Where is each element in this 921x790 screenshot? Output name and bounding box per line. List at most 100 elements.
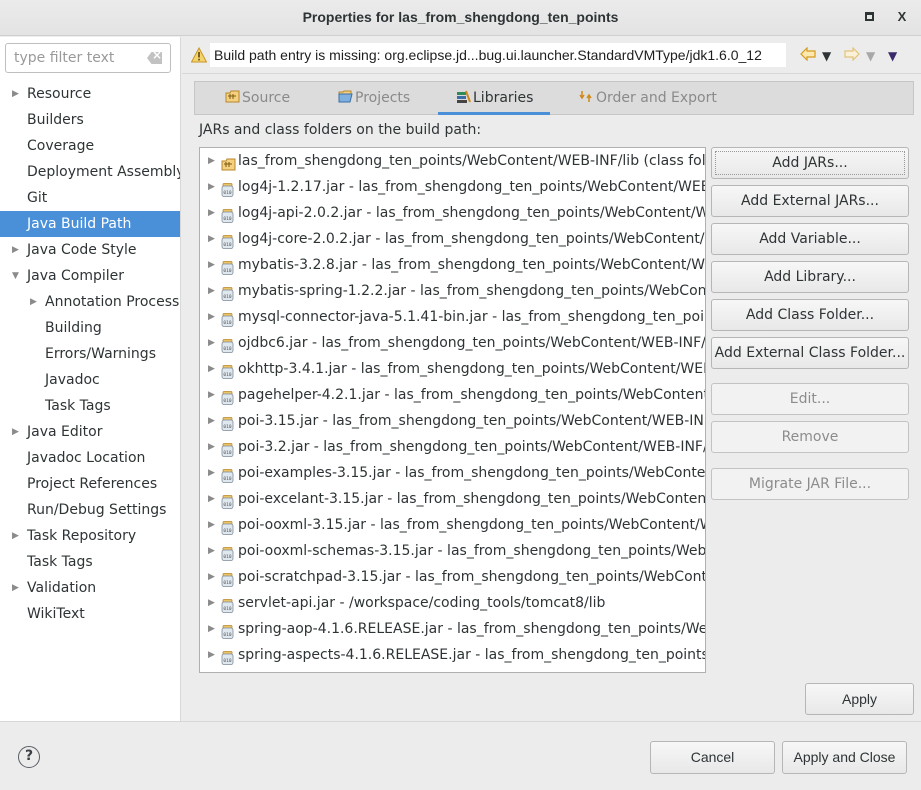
clear-filter-icon[interactable] xyxy=(147,52,162,64)
build-path-list[interactable]: ▶ las_from_shengdong_ten_points/WebConten… xyxy=(199,147,706,673)
library-entry[interactable]: ▶ 010 poi-3.15.jar - las_from_shengdong_te… xyxy=(200,408,705,434)
expand-arrow-icon[interactable]: ▶ xyxy=(208,590,215,616)
library-entry[interactable]: ▶ 010 poi-examples-3.15.jar - las_from_she… xyxy=(200,460,705,486)
library-entry[interactable]: ▶ 010 pagehelper-4.2.1.jar - las_from_shen… xyxy=(200,382,705,408)
expanded-arrow-icon[interactable]: ▼ xyxy=(12,263,22,289)
sidebar-item-java-editor[interactable]: ▶ Java Editor xyxy=(0,419,180,445)
expand-arrow-icon[interactable]: ▶ xyxy=(208,642,215,668)
cancel-button[interactable]: Cancel xyxy=(650,741,775,774)
sidebar-item-task-repository[interactable]: ▶ Task Repository xyxy=(0,523,180,549)
expand-arrow-icon[interactable]: ▶ xyxy=(208,356,215,382)
close-button[interactable]: X xyxy=(893,8,911,26)
collapsed-arrow-icon[interactable]: ▶ xyxy=(12,575,22,601)
expand-arrow-icon[interactable]: ▶ xyxy=(208,330,215,356)
back-arrow-icon[interactable] xyxy=(800,46,816,66)
sidebar-item-resource[interactable]: ▶ Resource xyxy=(0,81,180,107)
library-entry[interactable]: ▶ 010 poi-3.2.jar - las_from_shengdong_ten… xyxy=(200,434,705,460)
library-entry[interactable]: ▶ 010 ojdbc6.jar - las_from_shengdong_ten_… xyxy=(200,330,705,356)
collapsed-arrow-icon[interactable]: ▶ xyxy=(12,81,22,107)
library-entry[interactable]: ▶ 010 poi-scratchpad-3.15.jar - las_from_s… xyxy=(200,564,705,590)
sidebar-item-builders[interactable]: Builders xyxy=(0,107,180,133)
sidebar-item-javadoc-location[interactable]: Javadoc Location xyxy=(0,445,180,471)
expand-arrow-icon[interactable]: ▶ xyxy=(208,616,215,642)
library-entry[interactable]: ▶ 010 mybatis-3.2.8.jar - las_from_shengdo… xyxy=(200,252,705,278)
collapsed-arrow-icon[interactable]: ▶ xyxy=(12,237,22,263)
add-external-jars-button[interactable]: Add External JARs... xyxy=(711,185,909,217)
help-icon[interactable]: ? xyxy=(18,746,40,768)
filter-field[interactable] xyxy=(5,43,171,73)
sidebar-item-java-compiler[interactable]: ▼ Java Compiler xyxy=(0,263,180,289)
library-entry[interactable]: ▶ 010 mysql-connector-java-5.1.41-bin.jar … xyxy=(200,304,705,330)
sidebar-item-validation[interactable]: ▶ Validation xyxy=(0,575,180,601)
sidebar-item-coverage[interactable]: Coverage xyxy=(0,133,180,159)
tab-source[interactable]: Source xyxy=(225,82,290,115)
expand-arrow-icon[interactable]: ▶ xyxy=(208,304,215,330)
expand-arrow-icon[interactable]: ▶ xyxy=(208,408,215,434)
sidebar-item-deployment-assembly[interactable]: Deployment Assembly xyxy=(0,159,180,185)
tab-libraries[interactable]: Libraries xyxy=(438,82,550,115)
expand-arrow-icon[interactable]: ▶ xyxy=(208,434,215,460)
sidebar-item-task-tags[interactable]: Task Tags xyxy=(0,393,180,419)
sidebar-item-building[interactable]: Building xyxy=(0,315,180,341)
sidebar-item-java-build-path[interactable]: Java Build Path xyxy=(0,211,180,237)
maximize-button[interactable] xyxy=(860,8,878,26)
library-entry[interactable]: ▶ 010 poi-ooxml-3.15.jar - las_from_shengd… xyxy=(200,512,705,538)
collapsed-arrow-icon[interactable]: ▶ xyxy=(30,289,40,315)
library-entry[interactable]: ▶ 010 okhttp-3.4.1.jar - las_from_shengdon… xyxy=(200,356,705,382)
expand-arrow-icon[interactable]: ▶ xyxy=(208,486,215,512)
remove-button[interactable]: Remove xyxy=(711,421,909,453)
library-entry[interactable]: ▶ 010 log4j-core-2.0.2.jar - las_from_shen… xyxy=(200,226,705,252)
library-entry[interactable]: ▶ 010 log4j-1.2.17.jar - las_from_shengdon… xyxy=(200,174,705,200)
library-entry[interactable]: ▶ 010 log4j-api-2.0.2.jar - las_from_sheng… xyxy=(200,200,705,226)
expand-arrow-icon[interactable]: ▶ xyxy=(208,226,215,252)
expand-arrow-icon[interactable]: ▶ xyxy=(208,460,215,486)
sidebar-item-run-debug-settings[interactable]: Run/Debug Settings xyxy=(0,497,180,523)
add-class-folder-button[interactable]: Add Class Folder... xyxy=(711,299,909,331)
tab-order-and-export[interactable]: Order and Export xyxy=(579,82,717,115)
add-library-button[interactable]: Add Library... xyxy=(711,261,909,293)
jar-icon: 010 xyxy=(221,336,234,353)
migrate-jar-file-button[interactable]: Migrate JAR File... xyxy=(711,468,909,500)
back-dropdown-icon[interactable]: ▼ xyxy=(822,47,831,65)
collapsed-arrow-icon[interactable]: ▶ xyxy=(12,419,22,445)
sidebar-item-annotation-processing[interactable]: ▶ Annotation Processing xyxy=(0,289,180,315)
add-jars-button[interactable]: Add JARs... xyxy=(711,147,909,179)
add-variable-button[interactable]: Add Variable... xyxy=(711,223,909,255)
view-menu-icon[interactable]: ▼ xyxy=(888,47,897,65)
sidebar-item-java-code-style[interactable]: ▶ Java Code Style xyxy=(0,237,180,263)
library-entry[interactable]: ▶ 010 servlet-api.jar - /workspace/coding_… xyxy=(200,590,705,616)
expand-arrow-icon[interactable]: ▶ xyxy=(208,278,215,304)
apply-button[interactable]: Apply xyxy=(805,683,914,715)
expand-arrow-icon[interactable]: ▶ xyxy=(208,200,215,226)
library-entry[interactable]: ▶ 010 poi-ooxml-schemas-3.15.jar - las_fro… xyxy=(200,538,705,564)
sidebar-item-label: Javadoc Location xyxy=(27,450,146,466)
tab-projects[interactable]: Projects xyxy=(338,82,410,115)
library-entry[interactable]: ▶ 010 spring-aop-4.1.6.RELEASE.jar - las_f… xyxy=(200,616,705,642)
sidebar-item-project-references[interactable]: Project References xyxy=(0,471,180,497)
sidebar-item-wikitext[interactable]: WikiText xyxy=(0,601,180,627)
expand-arrow-icon[interactable]: ▶ xyxy=(208,512,215,538)
jar-icon: 010 xyxy=(221,232,234,249)
expand-arrow-icon[interactable]: ▶ xyxy=(208,382,215,408)
library-entry[interactable]: ▶ 010 poi-excelant-3.15.jar - las_from_she… xyxy=(200,486,705,512)
expand-arrow-icon[interactable]: ▶ xyxy=(208,538,215,564)
library-entry[interactable]: ▶ las_from_shengdong_ten_points/WebConten… xyxy=(200,148,705,174)
edit-button[interactable]: Edit... xyxy=(711,383,909,415)
sidebar-item-javadoc[interactable]: Javadoc xyxy=(0,367,180,393)
svg-text:010: 010 xyxy=(223,190,231,196)
apply-and-close-button[interactable]: Apply and Close xyxy=(782,741,907,774)
sidebar-item-task-tags[interactable]: Task Tags xyxy=(0,549,180,575)
expand-arrow-icon[interactable]: ▶ xyxy=(208,148,215,174)
filter-input[interactable] xyxy=(14,45,144,71)
collapsed-arrow-icon[interactable]: ▶ xyxy=(12,523,22,549)
library-entry[interactable]: ▶ 010 mybatis-spring-1.2.2.jar - las_from_… xyxy=(200,278,705,304)
add-external-class-folder-button[interactable]: Add External Class Folder... xyxy=(711,337,909,369)
sidebar-item-errors-warnings[interactable]: Errors/Warnings xyxy=(0,341,180,367)
library-entry[interactable]: ▶ 010 spring-aspects-4.1.6.RELEASE.jar - l… xyxy=(200,642,705,668)
forward-arrow-icon[interactable] xyxy=(844,46,860,66)
expand-arrow-icon[interactable]: ▶ xyxy=(208,564,215,590)
expand-arrow-icon[interactable]: ▶ xyxy=(208,252,215,278)
forward-dropdown-icon[interactable]: ▼ xyxy=(866,47,875,65)
expand-arrow-icon[interactable]: ▶ xyxy=(208,174,215,200)
sidebar-item-git[interactable]: Git xyxy=(0,185,180,211)
